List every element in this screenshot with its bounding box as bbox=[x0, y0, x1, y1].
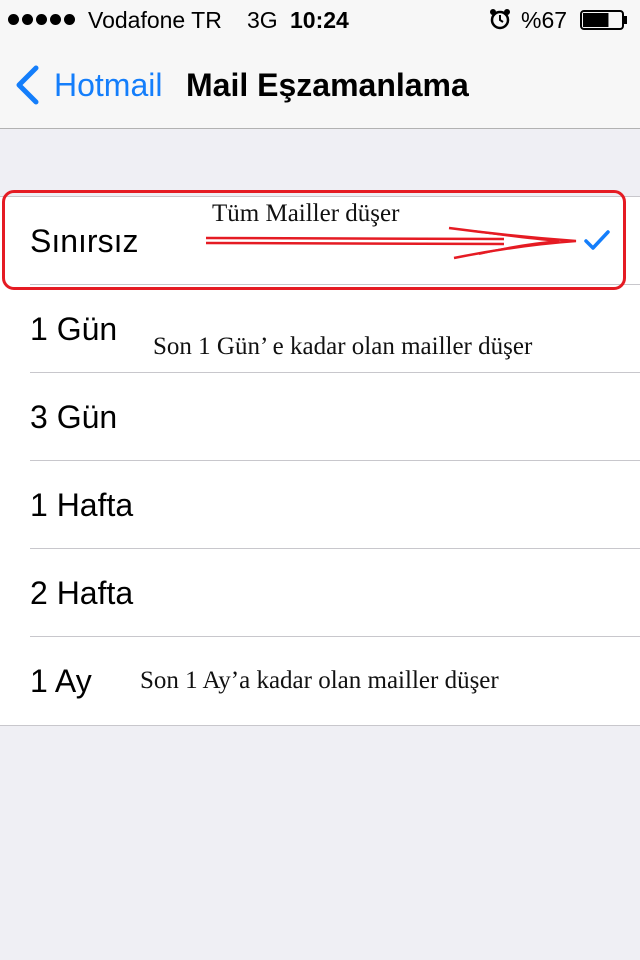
annotation-one-day: Son 1 Gün’ e kadar olan mailler düşer bbox=[153, 333, 533, 360]
option-label: 2 Hafta bbox=[30, 575, 134, 611]
option-1-week[interactable]: 1 Hafta bbox=[0, 460, 640, 549]
option-2-weeks[interactable]: 2 Hafta bbox=[0, 548, 640, 637]
page-title: Mail Eşzamanlama bbox=[186, 67, 469, 103]
battery-icon bbox=[580, 10, 627, 30]
back-button-label: Hotmail bbox=[54, 66, 163, 103]
status-time: 10:24 bbox=[290, 7, 349, 33]
alarm-clock-icon bbox=[490, 9, 510, 30]
option-label: 1 Ay bbox=[30, 663, 92, 699]
option-label: 1 Hafta bbox=[30, 487, 134, 523]
network-type: 3G bbox=[247, 7, 278, 33]
option-3-days[interactable]: 3 Gün bbox=[0, 372, 640, 461]
navigation-bar: Hotmail Mail Eşzamanlama bbox=[0, 40, 640, 129]
battery-percentage: %67 bbox=[521, 7, 568, 33]
annotation-arrow bbox=[205, 226, 577, 260]
option-label: 1 Gün bbox=[30, 311, 118, 347]
status-bar: Vodafone TR 3G 10:24 %67 bbox=[0, 0, 640, 40]
option-label: 3 Gün bbox=[30, 399, 118, 435]
annotation-one-month: Son 1 Ay’a kadar olan mailler düşer bbox=[140, 667, 499, 694]
back-button[interactable]: Hotmail bbox=[14, 64, 162, 106]
carrier-name: Vodafone TR bbox=[88, 7, 222, 33]
chevron-left-icon bbox=[16, 65, 39, 105]
signal-strength-icon bbox=[8, 14, 75, 25]
